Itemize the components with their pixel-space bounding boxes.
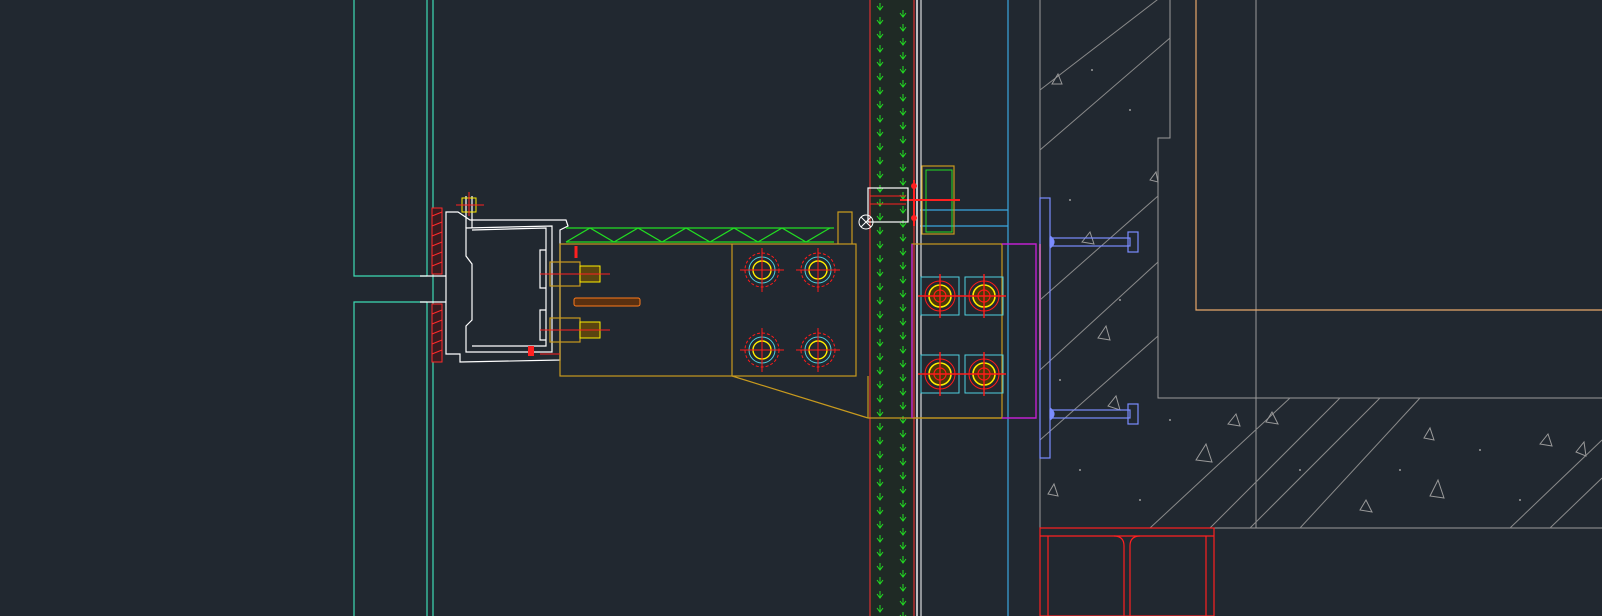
- insulated-wall: [869, 0, 922, 616]
- cad-drawing-canvas: [0, 0, 1602, 616]
- drawing-background: [0, 0, 1602, 616]
- cad-drawing: [0, 0, 1602, 616]
